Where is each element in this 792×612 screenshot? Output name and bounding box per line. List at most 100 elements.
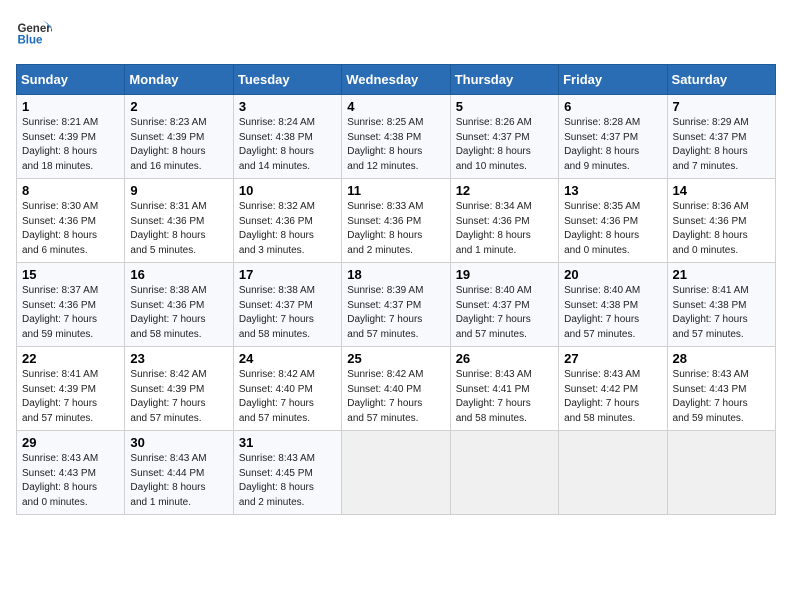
day-number: 3 — [239, 99, 336, 114]
day-info: Sunrise: 8:39 AM Sunset: 4:37 PM Dayligh… — [347, 284, 444, 342]
day-number: 4 — [347, 99, 444, 114]
day-number: 26 — [456, 351, 553, 366]
calendar-cell: 7 Sunrise: 8:29 AM Sunset: 4:37 PM Daylig… — [667, 95, 775, 179]
calendar-cell: 9 Sunrise: 8:31 AM Sunset: 4:36 PM Daylig… — [125, 179, 233, 263]
day-info: Sunrise: 8:33 AM Sunset: 4:36 PM Dayligh… — [347, 200, 444, 258]
calendar-cell — [450, 431, 558, 515]
day-info: Sunrise: 8:41 AM Sunset: 4:38 PM Dayligh… — [673, 284, 770, 342]
logo: General Blue — [16, 16, 52, 52]
calendar-cell: 14 Sunrise: 8:36 AM Sunset: 4:36 PM Dayli… — [667, 179, 775, 263]
day-number: 13 — [564, 183, 661, 198]
day-number: 10 — [239, 183, 336, 198]
day-number: 8 — [22, 183, 119, 198]
calendar-week-row: 15 Sunrise: 8:37 AM Sunset: 4:36 PM Dayli… — [17, 263, 776, 347]
calendar-cell: 30 Sunrise: 8:43 AM Sunset: 4:44 PM Dayli… — [125, 431, 233, 515]
day-number: 28 — [673, 351, 770, 366]
calendar-cell: 3 Sunrise: 8:24 AM Sunset: 4:38 PM Daylig… — [233, 95, 341, 179]
day-number: 23 — [130, 351, 227, 366]
day-info: Sunrise: 8:43 AM Sunset: 4:43 PM Dayligh… — [673, 368, 770, 426]
day-number: 22 — [22, 351, 119, 366]
day-number: 25 — [347, 351, 444, 366]
day-number: 16 — [130, 267, 227, 282]
day-info: Sunrise: 8:21 AM Sunset: 4:39 PM Dayligh… — [22, 116, 119, 174]
calendar-cell: 25 Sunrise: 8:42 AM Sunset: 4:40 PM Dayli… — [342, 347, 450, 431]
calendar-week-row: 8 Sunrise: 8:30 AM Sunset: 4:36 PM Daylig… — [17, 179, 776, 263]
day-info: Sunrise: 8:35 AM Sunset: 4:36 PM Dayligh… — [564, 200, 661, 258]
day-info: Sunrise: 8:36 AM Sunset: 4:36 PM Dayligh… — [673, 200, 770, 258]
day-info: Sunrise: 8:42 AM Sunset: 4:40 PM Dayligh… — [347, 368, 444, 426]
calendar-cell: 13 Sunrise: 8:35 AM Sunset: 4:36 PM Dayli… — [559, 179, 667, 263]
logo-icon: General Blue — [16, 16, 52, 52]
calendar-col-header: Tuesday — [233, 65, 341, 95]
day-info: Sunrise: 8:43 AM Sunset: 4:45 PM Dayligh… — [239, 452, 336, 510]
day-number: 1 — [22, 99, 119, 114]
day-info: Sunrise: 8:43 AM Sunset: 4:42 PM Dayligh… — [564, 368, 661, 426]
day-info: Sunrise: 8:32 AM Sunset: 4:36 PM Dayligh… — [239, 200, 336, 258]
day-info: Sunrise: 8:31 AM Sunset: 4:36 PM Dayligh… — [130, 200, 227, 258]
day-info: Sunrise: 8:43 AM Sunset: 4:41 PM Dayligh… — [456, 368, 553, 426]
day-info: Sunrise: 8:42 AM Sunset: 4:39 PM Dayligh… — [130, 368, 227, 426]
day-number: 2 — [130, 99, 227, 114]
day-info: Sunrise: 8:38 AM Sunset: 4:37 PM Dayligh… — [239, 284, 336, 342]
calendar-cell: 12 Sunrise: 8:34 AM Sunset: 4:36 PM Dayli… — [450, 179, 558, 263]
day-info: Sunrise: 8:38 AM Sunset: 4:36 PM Dayligh… — [130, 284, 227, 342]
svg-text:General: General — [17, 23, 52, 35]
day-number: 19 — [456, 267, 553, 282]
day-info: Sunrise: 8:42 AM Sunset: 4:40 PM Dayligh… — [239, 368, 336, 426]
day-info: Sunrise: 8:29 AM Sunset: 4:37 PM Dayligh… — [673, 116, 770, 174]
calendar-cell: 15 Sunrise: 8:37 AM Sunset: 4:36 PM Dayli… — [17, 263, 125, 347]
day-number: 24 — [239, 351, 336, 366]
calendar-cell: 10 Sunrise: 8:32 AM Sunset: 4:36 PM Dayli… — [233, 179, 341, 263]
calendar-cell: 18 Sunrise: 8:39 AM Sunset: 4:37 PM Dayli… — [342, 263, 450, 347]
calendar-cell: 24 Sunrise: 8:42 AM Sunset: 4:40 PM Dayli… — [233, 347, 341, 431]
day-number: 21 — [673, 267, 770, 282]
calendar-col-header: Friday — [559, 65, 667, 95]
calendar-cell: 17 Sunrise: 8:38 AM Sunset: 4:37 PM Dayli… — [233, 263, 341, 347]
calendar-week-row: 29 Sunrise: 8:43 AM Sunset: 4:43 PM Dayli… — [17, 431, 776, 515]
calendar-cell: 1 Sunrise: 8:21 AM Sunset: 4:39 PM Daylig… — [17, 95, 125, 179]
calendar-cell — [342, 431, 450, 515]
calendar-cell: 27Sunrise: 8:43 AM Sunset: 4:42 PM Dayli… — [559, 347, 667, 431]
day-info: Sunrise: 8:28 AM Sunset: 4:37 PM Dayligh… — [564, 116, 661, 174]
day-number: 30 — [130, 435, 227, 450]
day-number: 14 — [673, 183, 770, 198]
day-info: Sunrise: 8:40 AM Sunset: 4:37 PM Dayligh… — [456, 284, 553, 342]
day-info: Sunrise: 8:24 AM Sunset: 4:38 PM Dayligh… — [239, 116, 336, 174]
day-info: Sunrise: 8:37 AM Sunset: 4:36 PM Dayligh… — [22, 284, 119, 342]
calendar-cell: 4 Sunrise: 8:25 AM Sunset: 4:38 PM Daylig… — [342, 95, 450, 179]
day-number: 12 — [456, 183, 553, 198]
calendar-cell: 28 Sunrise: 8:43 AM Sunset: 4:43 PM Dayli… — [667, 347, 775, 431]
day-number: 18 — [347, 267, 444, 282]
day-number: 20 — [564, 267, 661, 282]
day-info: Sunrise: 8:25 AM Sunset: 4:38 PM Dayligh… — [347, 116, 444, 174]
day-info: Sunrise: 8:41 AM Sunset: 4:39 PM Dayligh… — [22, 368, 119, 426]
day-info: Sunrise: 8:26 AM Sunset: 4:37 PM Dayligh… — [456, 116, 553, 174]
calendar-cell: 6Sunrise: 8:28 AM Sunset: 4:37 PM Daylig… — [559, 95, 667, 179]
day-info: Sunrise: 8:34 AM Sunset: 4:36 PM Dayligh… — [456, 200, 553, 258]
calendar-cell: 23 Sunrise: 8:42 AM Sunset: 4:39 PM Dayli… — [125, 347, 233, 431]
calendar-body: 1 Sunrise: 8:21 AM Sunset: 4:39 PM Daylig… — [17, 95, 776, 515]
calendar-cell: 20Sunrise: 8:40 AM Sunset: 4:38 PM Dayli… — [559, 263, 667, 347]
calendar-cell: 19 Sunrise: 8:40 AM Sunset: 4:37 PM Dayli… — [450, 263, 558, 347]
calendar-cell: 26 Sunrise: 8:43 AM Sunset: 4:41 PM Dayli… — [450, 347, 558, 431]
calendar-cell: 29 Sunrise: 8:43 AM Sunset: 4:43 PM Dayli… — [17, 431, 125, 515]
calendar-cell: 21 Sunrise: 8:41 AM Sunset: 4:38 PM Dayli… — [667, 263, 775, 347]
day-number: 29 — [22, 435, 119, 450]
calendar-col-header: Thursday — [450, 65, 558, 95]
svg-text:Blue: Blue — [17, 34, 43, 46]
day-number: 31 — [239, 435, 336, 450]
day-number: 15 — [22, 267, 119, 282]
calendar-table: SundayMondayTuesdayWednesdayThursdayFrid… — [16, 64, 776, 515]
day-number: 11 — [347, 183, 444, 198]
calendar-cell: 8 Sunrise: 8:30 AM Sunset: 4:36 PM Daylig… — [17, 179, 125, 263]
day-number: 17 — [239, 267, 336, 282]
calendar-header-row: SundayMondayTuesdayWednesdayThursdayFrid… — [17, 65, 776, 95]
day-info: Sunrise: 8:43 AM Sunset: 4:43 PM Dayligh… — [22, 452, 119, 510]
day-info: Sunrise: 8:30 AM Sunset: 4:36 PM Dayligh… — [22, 200, 119, 258]
calendar-cell: 22 Sunrise: 8:41 AM Sunset: 4:39 PM Dayli… — [17, 347, 125, 431]
day-info: Sunrise: 8:43 AM Sunset: 4:44 PM Dayligh… — [130, 452, 227, 510]
day-number: 9 — [130, 183, 227, 198]
calendar-week-row: 22 Sunrise: 8:41 AM Sunset: 4:39 PM Dayli… — [17, 347, 776, 431]
calendar-col-header: Monday — [125, 65, 233, 95]
day-number: 7 — [673, 99, 770, 114]
